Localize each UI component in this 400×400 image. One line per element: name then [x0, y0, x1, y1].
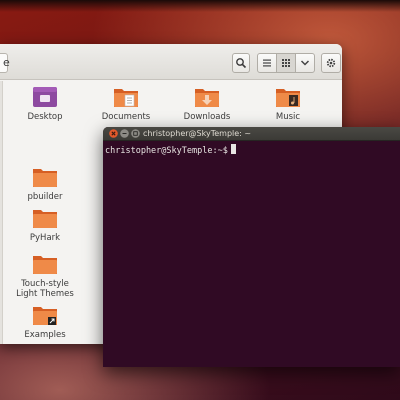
search-icon: [236, 58, 247, 69]
view-switcher: [257, 53, 315, 73]
list-view-icon: [263, 59, 271, 67]
terminal-prompt: christopher@SkyTemple:~$: [105, 146, 228, 156]
maximize-icon: [131, 129, 140, 138]
settings-button[interactable]: [321, 53, 341, 73]
desktop-top-shade: [0, 0, 400, 12]
folder-icon: [33, 169, 57, 187]
close-icon: [109, 129, 118, 138]
file-label: Music: [275, 112, 301, 122]
search-button[interactable]: [232, 53, 250, 73]
terminal-output[interactable]: christopher@SkyTemple:~$: [103, 141, 400, 367]
grid-view-button[interactable]: [276, 53, 296, 73]
view-options-button[interactable]: [295, 53, 315, 73]
file-item-pyhark[interactable]: PyHark: [10, 206, 80, 243]
folder-link-icon: [33, 307, 57, 325]
terminal-cursor: [230, 144, 236, 154]
downloads-folder-icon: [195, 89, 219, 107]
file-item-desktop[interactable]: Desktop: [10, 85, 80, 122]
file-label: Desktop: [27, 112, 63, 122]
music-folder-icon: [276, 89, 300, 107]
file-item-music[interactable]: Music: [253, 85, 323, 122]
terminal-window[interactable]: christopher@SkyTemple: ~ christopher@Sky…: [103, 127, 400, 367]
maximize-button[interactable]: [131, 129, 140, 138]
file-label: Downloads: [183, 112, 231, 122]
close-button[interactable]: [109, 129, 118, 138]
folder-icon: [33, 210, 57, 228]
minimize-icon: [120, 129, 129, 138]
path-bar-segment[interactable]: e: [0, 53, 10, 73]
gear-icon: [326, 58, 336, 68]
documents-folder-icon: [114, 89, 138, 107]
file-label: Touch-style Light Themes: [16, 279, 74, 299]
file-label: pbuilder: [27, 192, 63, 202]
terminal-title: christopher@SkyTemple: ~: [143, 129, 252, 138]
file-manager-toolbar: e: [0, 44, 342, 80]
file-item-examples[interactable]: Examples: [10, 303, 80, 340]
file-item-pbuilder[interactable]: pbuilder: [10, 165, 80, 202]
minimize-button[interactable]: [120, 129, 129, 138]
file-label: Examples: [24, 330, 66, 340]
file-label: Documents: [101, 112, 151, 122]
list-view-button[interactable]: [257, 53, 277, 73]
file-item-touch-style-light-themes[interactable]: Touch-style Light Themes: [10, 252, 80, 299]
file-label: PyHark: [29, 233, 61, 243]
file-item-downloads[interactable]: Downloads: [172, 85, 242, 122]
chevron-down-icon: [300, 60, 310, 66]
file-item-documents[interactable]: Documents: [91, 85, 161, 122]
desktop-folder-icon: [33, 87, 57, 107]
grid-view-icon: [282, 59, 290, 67]
terminal-titlebar[interactable]: christopher@SkyTemple: ~: [103, 127, 400, 141]
folder-icon: [33, 256, 57, 274]
